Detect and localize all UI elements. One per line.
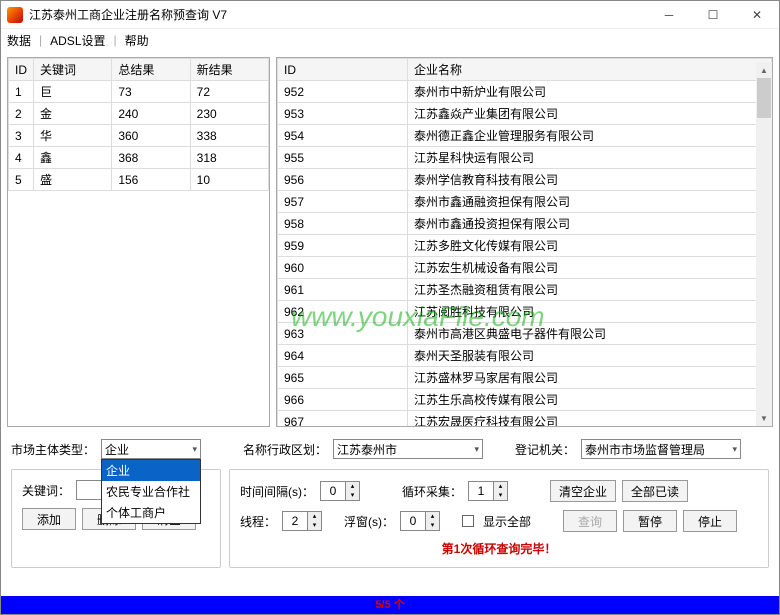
table-row[interactable]: 1巨7372 <box>9 81 269 103</box>
keyword-label: 关键词： <box>22 482 70 499</box>
region-label: 名称行政区划： <box>243 441 327 458</box>
table-row[interactable]: 5盛15610 <box>9 169 269 191</box>
showall-checkbox[interactable] <box>462 515 474 527</box>
table-header[interactable]: 关键词 <box>34 59 112 81</box>
keyword-table[interactable]: ID关键词总结果新结果 1巨73722金2402303华3603384鑫3683… <box>8 58 269 191</box>
table-row[interactable]: 954泰州德正鑫企业管理服务有限公司 <box>278 125 772 147</box>
dropdown-option[interactable]: 企业 <box>102 460 200 481</box>
query-button[interactable]: 查询 <box>563 510 617 532</box>
table-header[interactable]: 总结果 <box>112 59 190 81</box>
dropdown-option[interactable]: 农民专业合作社 <box>102 481 200 502</box>
interval-label: 时间间隔(s)： <box>240 483 314 500</box>
table-header[interactable]: 企业名称 <box>408 59 772 81</box>
float-spinner[interactable]: ▴▾ <box>400 511 440 531</box>
region-select[interactable]: 江苏泰州市▾ <box>333 439 483 459</box>
table-header[interactable]: ID <box>9 59 34 81</box>
add-button[interactable]: 添加 <box>22 508 76 530</box>
close-button[interactable]: ✕ <box>735 1 779 29</box>
table-row[interactable]: 953江苏鑫焱产业集团有限公司 <box>278 103 772 125</box>
scroll-up-icon[interactable]: ▲ <box>756 62 772 78</box>
params-group: 时间间隔(s)： ▴▾ 循环采集： ▴▾ 清空企业 全部已读 线程： ▴▾ 浮窗… <box>229 469 769 568</box>
result-table[interactable]: ID企业名称 952泰州市中新炉业有限公司953江苏鑫焱产业集团有限公司954泰… <box>277 58 772 427</box>
chevron-down-icon: ▾ <box>733 444 738 455</box>
table-row[interactable]: 957泰州市鑫通融资担保有限公司 <box>278 191 772 213</box>
status-bar: 5/5 个 <box>1 596 779 614</box>
table-header[interactable]: ID <box>278 59 408 81</box>
result-scrollbar[interactable]: ▲ ▼ <box>756 78 772 426</box>
menu-bar: 数据 | ADSL设置 | 帮助 <box>1 29 779 51</box>
table-row[interactable]: 962江苏阅胜科技有限公司 <box>278 301 772 323</box>
authority-label: 登记机关： <box>515 441 575 458</box>
table-header[interactable]: 新结果 <box>190 59 268 81</box>
entity-type-select[interactable]: 企业▾ 企业 农民专业合作社 个体工商户 <box>101 439 201 459</box>
thread-label: 线程： <box>240 513 276 530</box>
status-message: 第1次循环查询完毕！ <box>240 540 758 557</box>
scroll-down-icon[interactable]: ▼ <box>756 410 772 426</box>
all-read-button[interactable]: 全部已读 <box>622 480 688 502</box>
window-title: 江苏泰州工商企业注册名称预查询 V7 <box>29 6 647 23</box>
authority-select[interactable]: 泰州市市场监督管理局▾ <box>581 439 741 459</box>
entity-type-label: 市场主体类型： <box>11 441 95 458</box>
pause-button[interactable]: 暂停 <box>623 510 677 532</box>
keyword-table-panel: ID关键词总结果新结果 1巨73722金2402303华3603384鑫3683… <box>7 57 270 427</box>
interval-spinner[interactable]: ▴▾ <box>320 481 360 501</box>
table-row[interactable]: 967江苏宏晟医疗科技有限公司 <box>278 411 772 428</box>
title-bar: 江苏泰州工商企业注册名称预查询 V7 ─ ☐ ✕ <box>1 1 779 29</box>
loop-spinner[interactable]: ▴▾ <box>468 481 508 501</box>
table-row[interactable]: 959江苏多胜文化传媒有限公司 <box>278 235 772 257</box>
scroll-thumb[interactable] <box>757 78 771 118</box>
stop-button[interactable]: 停止 <box>683 510 737 532</box>
table-row[interactable]: 2金240230 <box>9 103 269 125</box>
thread-spinner[interactable]: ▴▾ <box>282 511 322 531</box>
table-row[interactable]: 4鑫368318 <box>9 147 269 169</box>
clear-ent-button[interactable]: 清空企业 <box>550 480 616 502</box>
chevron-down-icon: ▾ <box>192 444 197 455</box>
menu-data[interactable]: 数据 <box>7 32 31 49</box>
entity-type-dropdown: 企业 农民专业合作社 个体工商户 <box>101 459 201 524</box>
table-row[interactable]: 965江苏盛林罗马家居有限公司 <box>278 367 772 389</box>
table-row[interactable]: 966江苏生乐高校传媒有限公司 <box>278 389 772 411</box>
maximize-button[interactable]: ☐ <box>691 1 735 29</box>
dropdown-option[interactable]: 个体工商户 <box>102 502 200 523</box>
table-row[interactable]: 960江苏宏生机械设备有限公司 <box>278 257 772 279</box>
table-row[interactable]: 964泰州天圣服装有限公司 <box>278 345 772 367</box>
float-label: 浮窗(s)： <box>344 513 394 530</box>
table-row[interactable]: 958泰州市鑫通投资担保有限公司 <box>278 213 772 235</box>
table-row[interactable]: 961江苏圣杰融资租赁有限公司 <box>278 279 772 301</box>
table-row[interactable]: 955江苏星科快运有限公司 <box>278 147 772 169</box>
result-table-panel: ID企业名称 952泰州市中新炉业有限公司953江苏鑫焱产业集团有限公司954泰… <box>276 57 773 427</box>
table-row[interactable]: 963泰州市高港区典盛电子器件有限公司 <box>278 323 772 345</box>
table-row[interactable]: 956泰州学信教育科技有限公司 <box>278 169 772 191</box>
table-row[interactable]: 3华360338 <box>9 125 269 147</box>
loop-label: 循环采集： <box>402 483 462 500</box>
app-icon <box>7 7 23 23</box>
chevron-down-icon: ▾ <box>475 444 480 455</box>
menu-adsl[interactable]: ADSL设置 <box>50 32 105 49</box>
minimize-button[interactable]: ─ <box>647 1 691 29</box>
table-row[interactable]: 952泰州市中新炉业有限公司 <box>278 81 772 103</box>
showall-label: 显示全部 <box>483 513 531 530</box>
menu-help[interactable]: 帮助 <box>125 32 149 49</box>
